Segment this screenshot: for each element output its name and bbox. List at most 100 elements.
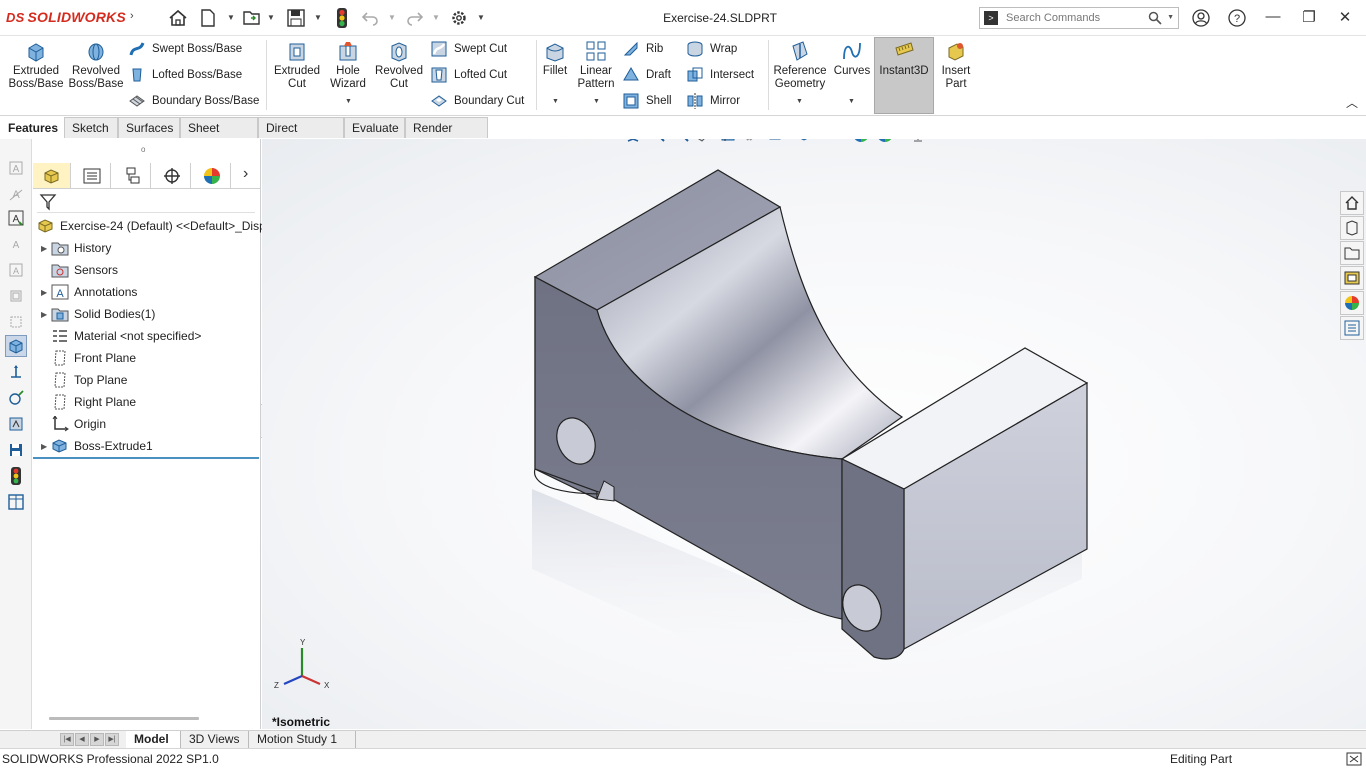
custom-properties-icon[interactable] bbox=[1340, 316, 1364, 340]
solidworks-logo[interactable]: DS SOLIDWORKS bbox=[6, 9, 126, 25]
revolved-cut-button[interactable]: Revolved Cut bbox=[372, 40, 426, 91]
minimize-window-button[interactable]: — bbox=[1262, 8, 1284, 28]
collapse-ribbon-icon[interactable]: ︿ bbox=[1346, 94, 1358, 111]
swept-cut-button[interactable]: Swept Cut bbox=[430, 39, 507, 59]
rebuild-traffic-light-icon[interactable] bbox=[332, 8, 352, 28]
user-account-icon[interactable] bbox=[1191, 8, 1211, 28]
tab-direct-editing[interactable]: Direct Editing bbox=[258, 117, 344, 155]
hole-wizard-button[interactable]: Hole Wizard bbox=[324, 40, 372, 91]
stack-icon[interactable] bbox=[5, 285, 27, 307]
panel-grip-icon[interactable]: o bbox=[141, 145, 145, 154]
tab-3d-views[interactable]: 3D Views bbox=[181, 731, 249, 748]
datum-icon[interactable] bbox=[5, 311, 27, 333]
appearances-scenes-icon[interactable] bbox=[1340, 291, 1364, 315]
curves-button[interactable]: Curves bbox=[832, 40, 872, 78]
shell-button[interactable]: Shell bbox=[622, 91, 672, 111]
last-tab-arrow-icon[interactable]: ▶| bbox=[105, 733, 119, 746]
status-bar-customize-icon[interactable] bbox=[1346, 752, 1362, 768]
file-explorer-icon[interactable] bbox=[1340, 241, 1364, 265]
tab-features[interactable]: Features bbox=[0, 117, 64, 138]
reference-geometry-dropdown-icon[interactable]: ▼ bbox=[796, 98, 803, 105]
redo-icon[interactable] bbox=[405, 8, 425, 28]
tree-item-origin[interactable]: Origin bbox=[51, 413, 106, 435]
revolved-boss-button[interactable]: Revolved Boss/Base bbox=[66, 40, 126, 91]
new-document-icon[interactable] bbox=[198, 8, 218, 28]
lofted-boss-button[interactable]: Lofted Boss/Base bbox=[128, 65, 242, 85]
more-tabs-chevron-icon[interactable]: › bbox=[243, 165, 248, 183]
tab-sketch[interactable]: Sketch bbox=[64, 117, 118, 138]
draft-button[interactable]: Draft bbox=[622, 65, 671, 85]
tab-render-tools[interactable]: Render Tools bbox=[405, 117, 488, 155]
note-icon[interactable]: A bbox=[5, 183, 27, 205]
linear-pattern-button[interactable]: Linear Pattern bbox=[574, 40, 618, 91]
graphics-viewport[interactable]: ◧ ◨ — ❐ ✕ bbox=[262, 139, 1366, 729]
measure-icon[interactable] bbox=[5, 387, 27, 409]
tab-sheet-metal[interactable]: Sheet Metal bbox=[180, 117, 258, 155]
boundary-cut-button[interactable]: Boundary Cut bbox=[430, 91, 524, 111]
tree-item-right-plane[interactable]: Right Plane bbox=[51, 391, 136, 413]
boundary-boss-button[interactable]: Boundary Boss/Base bbox=[128, 91, 259, 111]
fillet-button[interactable]: Fillet bbox=[538, 40, 572, 78]
split-panel-icon[interactable] bbox=[5, 491, 27, 513]
prev-tab-arrow-icon[interactable]: ◀ bbox=[75, 733, 89, 746]
tab-model[interactable]: Model bbox=[126, 731, 181, 748]
tab-display-manager[interactable] bbox=[193, 163, 231, 188]
save-icon[interactable] bbox=[286, 8, 306, 28]
options-dropdown-icon[interactable]: ▼ bbox=[477, 13, 485, 22]
horizontal-scrollbar[interactable] bbox=[49, 717, 199, 720]
weld-symbol-icon[interactable]: A bbox=[5, 259, 27, 281]
curves-dropdown-icon[interactable]: ▼ bbox=[848, 98, 855, 105]
tree-filter[interactable] bbox=[37, 191, 255, 213]
redo-dropdown-icon[interactable]: ▼ bbox=[432, 13, 440, 22]
search-commands-input[interactable]: > Search Commands ▼ bbox=[979, 7, 1179, 29]
save-dropdown-icon[interactable]: ▼ bbox=[314, 13, 322, 22]
intersect-button[interactable]: Intersect bbox=[686, 65, 754, 85]
rebuild-icon[interactable] bbox=[5, 465, 27, 487]
help-icon[interactable]: ? bbox=[1227, 8, 1247, 28]
balloon-icon[interactable]: A bbox=[5, 233, 27, 255]
tree-item-solid-bodies[interactable]: ▶ Solid Bodies(1) bbox=[41, 303, 155, 325]
new-dropdown-icon[interactable]: ▼ bbox=[227, 13, 235, 22]
swept-boss-button[interactable]: Swept Boss/Base bbox=[128, 39, 242, 59]
rollback-bar[interactable] bbox=[33, 457, 259, 459]
tree-item-history[interactable]: ▶ History bbox=[41, 237, 111, 259]
insert-part-button[interactable]: Insert Part bbox=[936, 40, 976, 91]
expand-arrow-icon[interactable]: ▶ bbox=[41, 442, 51, 451]
design-library-icon[interactable] bbox=[1340, 216, 1364, 240]
undo-dropdown-icon[interactable]: ▼ bbox=[388, 13, 396, 22]
linear-pattern-dropdown-icon[interactable]: ▼ bbox=[593, 98, 600, 105]
tab-motion-study[interactable]: Motion Study 1 bbox=[249, 731, 356, 748]
next-tab-arrow-icon[interactable]: ▶ bbox=[90, 733, 104, 746]
search-dropdown-icon[interactable]: ▼ bbox=[1167, 14, 1174, 21]
undo-icon[interactable] bbox=[360, 8, 380, 28]
triad-icon[interactable] bbox=[5, 361, 27, 383]
restore-window-button[interactable]: ❐ bbox=[1298, 8, 1320, 28]
menu-expand-icon[interactable]: › bbox=[130, 10, 134, 22]
home-icon[interactable] bbox=[168, 8, 188, 28]
search-icon[interactable] bbox=[1148, 11, 1162, 28]
expand-arrow-icon[interactable]: ▶ bbox=[41, 288, 51, 297]
tab-evaluate[interactable]: Evaluate bbox=[344, 117, 405, 138]
solidworks-resources-icon[interactable] bbox=[1340, 191, 1364, 215]
open-dropdown-icon[interactable]: ▼ bbox=[267, 13, 275, 22]
save-as-icon[interactable] bbox=[5, 439, 27, 461]
view-orientation-cube-icon[interactable] bbox=[5, 335, 27, 357]
open-document-icon[interactable] bbox=[242, 8, 262, 28]
text-icon[interactable]: A bbox=[5, 207, 27, 229]
wrap-button[interactable]: Wrap bbox=[686, 39, 737, 59]
annotation-icon[interactable]: A bbox=[5, 157, 27, 179]
tab-dimxpert-manager[interactable] bbox=[153, 163, 191, 188]
rib-button[interactable]: Rib bbox=[622, 39, 663, 59]
tree-item-annotations[interactable]: ▶ A Annotations bbox=[41, 281, 137, 303]
fillet-dropdown-icon[interactable]: ▼ bbox=[552, 98, 559, 105]
extruded-boss-button[interactable]: Extruded Boss/Base bbox=[6, 40, 66, 91]
tree-item-front-plane[interactable]: Front Plane bbox=[51, 347, 136, 369]
tree-item-material[interactable]: Material <not specified> bbox=[51, 325, 201, 347]
hole-wizard-dropdown-icon[interactable]: ▼ bbox=[345, 98, 352, 105]
options-gear-icon[interactable] bbox=[449, 8, 469, 28]
filter-icon[interactable] bbox=[39, 193, 57, 211]
tab-surfaces[interactable]: Surfaces bbox=[118, 117, 180, 138]
extruded-cut-button[interactable]: Extruded Cut bbox=[270, 40, 324, 91]
first-tab-arrow-icon[interactable]: |◀ bbox=[60, 733, 74, 746]
mirror-button[interactable]: Mirror bbox=[686, 91, 740, 111]
